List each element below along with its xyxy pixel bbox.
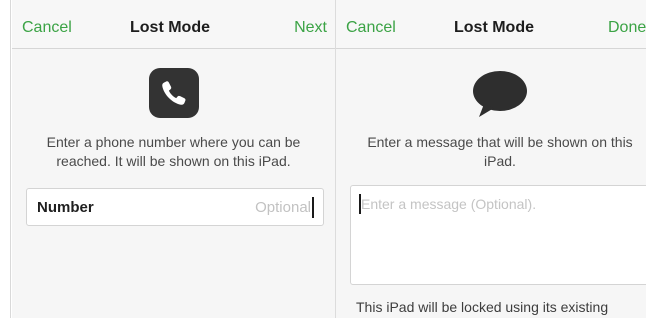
text-cursor xyxy=(359,194,361,214)
lock-notice: This iPad will be locked using its exist… xyxy=(356,299,609,315)
cancel-button[interactable]: Cancel xyxy=(346,18,396,38)
phone-icon xyxy=(149,68,199,118)
lost-mode-phone-panel: Cancel Lost Mode Next Enter a phone numb… xyxy=(12,0,335,318)
screenshot-canvas: Cancel Lost Mode Next Enter a phone numb… xyxy=(0,0,646,318)
phone-number-input[interactable] xyxy=(161,198,311,217)
left-edge-divider xyxy=(10,0,11,318)
phone-instructions: Enter a phone number where you can be re… xyxy=(46,134,301,169)
text-cursor xyxy=(312,197,314,218)
message-field[interactable] xyxy=(350,185,646,285)
speech-bubble-icon xyxy=(472,70,528,125)
nav-title: Lost Mode xyxy=(130,19,210,36)
phone-handset-glyph xyxy=(162,81,186,105)
cancel-button[interactable]: Cancel xyxy=(22,18,72,38)
next-button[interactable]: Next xyxy=(294,18,327,38)
navigation-bar: Cancel Lost Mode Next xyxy=(12,0,335,49)
speech-bubble-glyph xyxy=(473,71,527,117)
done-button[interactable]: Done xyxy=(608,18,646,38)
message-instructions: Enter a message that will be shown on th… xyxy=(367,134,633,169)
navigation-bar: Cancel Lost Mode Done xyxy=(336,0,646,49)
nav-title: Lost Mode xyxy=(454,19,534,36)
phone-number-field[interactable]: Number xyxy=(26,188,324,226)
lost-mode-message-panel: Cancel Lost Mode Done Enter a message th… xyxy=(336,0,646,318)
message-input[interactable] xyxy=(361,195,641,275)
number-label: Number xyxy=(37,199,94,216)
